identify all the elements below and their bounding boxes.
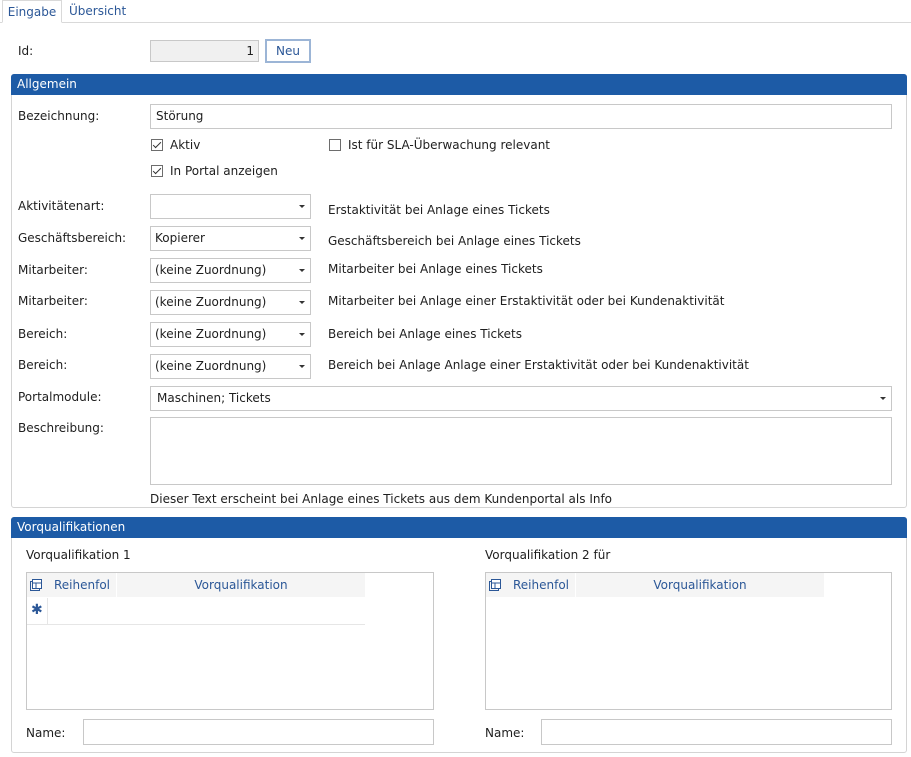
portal-checkbox[interactable] (151, 165, 163, 177)
portalmodule-label: Portalmodule: (18, 390, 102, 404)
geschaeftsbereich-hint: Geschäftsbereich bei Anlage eines Ticket… (328, 234, 581, 248)
mitarbeiter-label-2: Mitarbeiter: (18, 294, 88, 308)
name-label-2: Name: (485, 726, 525, 740)
beschreibung-label: Beschreibung: (18, 421, 104, 435)
grid-columns-icon[interactable] (30, 579, 42, 591)
bereich-label-1: Bereich: (18, 327, 68, 341)
mitarbeiter-value-1: (keine Zuordnung) (155, 263, 267, 277)
bereich-label-2: Bereich: (18, 358, 68, 372)
checkmark-icon (152, 165, 162, 175)
grid-header-row: Reihenfol Vorqualifikation (486, 573, 824, 597)
id-field: 1 (150, 40, 259, 62)
row-divider (47, 598, 48, 625)
id-label: Id: (18, 44, 34, 58)
asterisk-icon: ✱ (31, 602, 43, 618)
portal-label: In Portal anzeigen (170, 164, 278, 178)
column-vorqualifikation[interactable]: Vorqualifikation (576, 573, 824, 597)
chevron-down-icon (299, 333, 305, 336)
new-button[interactable]: Neu (265, 39, 311, 63)
bereich-select-2[interactable]: (keine Zuordnung) (150, 354, 311, 379)
bezeichnung-label: Bezeichnung: (18, 109, 100, 123)
chevron-down-icon (880, 397, 886, 400)
mitarbeiter-value-2: (keine Zuordnung) (155, 295, 267, 309)
beschreibung-hint: Dieser Text erscheint bei Anlage eines T… (150, 492, 613, 506)
tab-bar: Eingabe Übersicht (0, 0, 911, 23)
allgemein-header: Allgemein (11, 74, 907, 95)
column-reihenfolge[interactable]: Reihenfol (54, 573, 116, 597)
geschaeftsbereich-select[interactable]: Kopierer (150, 226, 311, 251)
mitarbeiter-select-1[interactable]: (keine Zuordnung) (150, 258, 311, 283)
vorqualifikationen-header: Vorqualifikationen (11, 517, 907, 538)
mitarbeiter-hint-2: Mitarbeiter bei Anlage einer Erstaktivit… (328, 294, 725, 308)
chevron-down-icon (299, 269, 305, 272)
vorqualifikation-2-grid[interactable]: Reihenfol Vorqualifikation (485, 572, 892, 710)
chevron-down-icon (299, 365, 305, 368)
name-input-1[interactable] (83, 719, 434, 745)
portalmodule-select[interactable]: Maschinen; Tickets (150, 386, 892, 411)
portalmodule-value: Maschinen; Tickets (157, 391, 271, 405)
tab-uebersicht[interactable]: Übersicht (63, 0, 132, 23)
aktivitaetenart-select[interactable] (150, 194, 311, 219)
name-input-2[interactable] (541, 719, 892, 745)
vorqualifikation-1-title: Vorqualifikation 1 (26, 548, 131, 562)
mitarbeiter-select-2[interactable]: (keine Zuordnung) (150, 290, 311, 315)
mitarbeiter-hint-1: Mitarbeiter bei Anlage eines Tickets (328, 262, 543, 276)
checkmark-icon (152, 139, 162, 149)
chevron-down-icon (299, 205, 305, 208)
aktivitaetenart-hint: Erstaktivität bei Anlage eines Tickets (328, 203, 550, 217)
grid-columns-icon[interactable] (489, 579, 501, 591)
name-label-1: Name: (26, 726, 66, 740)
sla-label: Ist für SLA-Überwachung relevant (348, 138, 551, 152)
bereich-hint-2: Bereich bei Anlage Anlage einer Erstakti… (328, 358, 749, 372)
bereich-hint-1: Bereich bei Anlage eines Tickets (328, 327, 523, 341)
bereich-value-2: (keine Zuordnung) (155, 359, 267, 373)
chevron-down-icon (299, 301, 305, 304)
bezeichnung-input[interactable]: Störung (150, 104, 892, 129)
grid-header-row: Reihenfol Vorqualifikation (27, 573, 365, 597)
column-vorqualifikation[interactable]: Vorqualifikation (117, 573, 365, 597)
mitarbeiter-label-1: Mitarbeiter: (18, 263, 88, 277)
column-reihenfolge[interactable]: Reihenfol (513, 573, 575, 597)
chevron-down-icon (299, 237, 305, 240)
aktiv-checkbox[interactable] (151, 139, 163, 151)
tab-eingabe[interactable]: Eingabe (2, 0, 62, 23)
vorqualifikation-1-grid[interactable]: Reihenfol Vorqualifikation ✱ (26, 572, 434, 710)
geschaeftsbereich-label: Geschäftsbereich: (18, 231, 127, 245)
aktivitaetenart-label: Aktivitätenart: (18, 199, 105, 213)
bereich-value-1: (keine Zuordnung) (155, 327, 267, 341)
sla-checkbox[interactable] (329, 139, 341, 151)
vorqualifikation-2-title: Vorqualifikation 2 für (485, 548, 611, 562)
aktiv-label: Aktiv (170, 138, 201, 152)
new-row[interactable]: ✱ (27, 598, 365, 625)
geschaeftsbereich-value: Kopierer (155, 231, 205, 245)
bereich-select-1[interactable]: (keine Zuordnung) (150, 322, 311, 347)
beschreibung-textarea[interactable] (150, 417, 892, 485)
